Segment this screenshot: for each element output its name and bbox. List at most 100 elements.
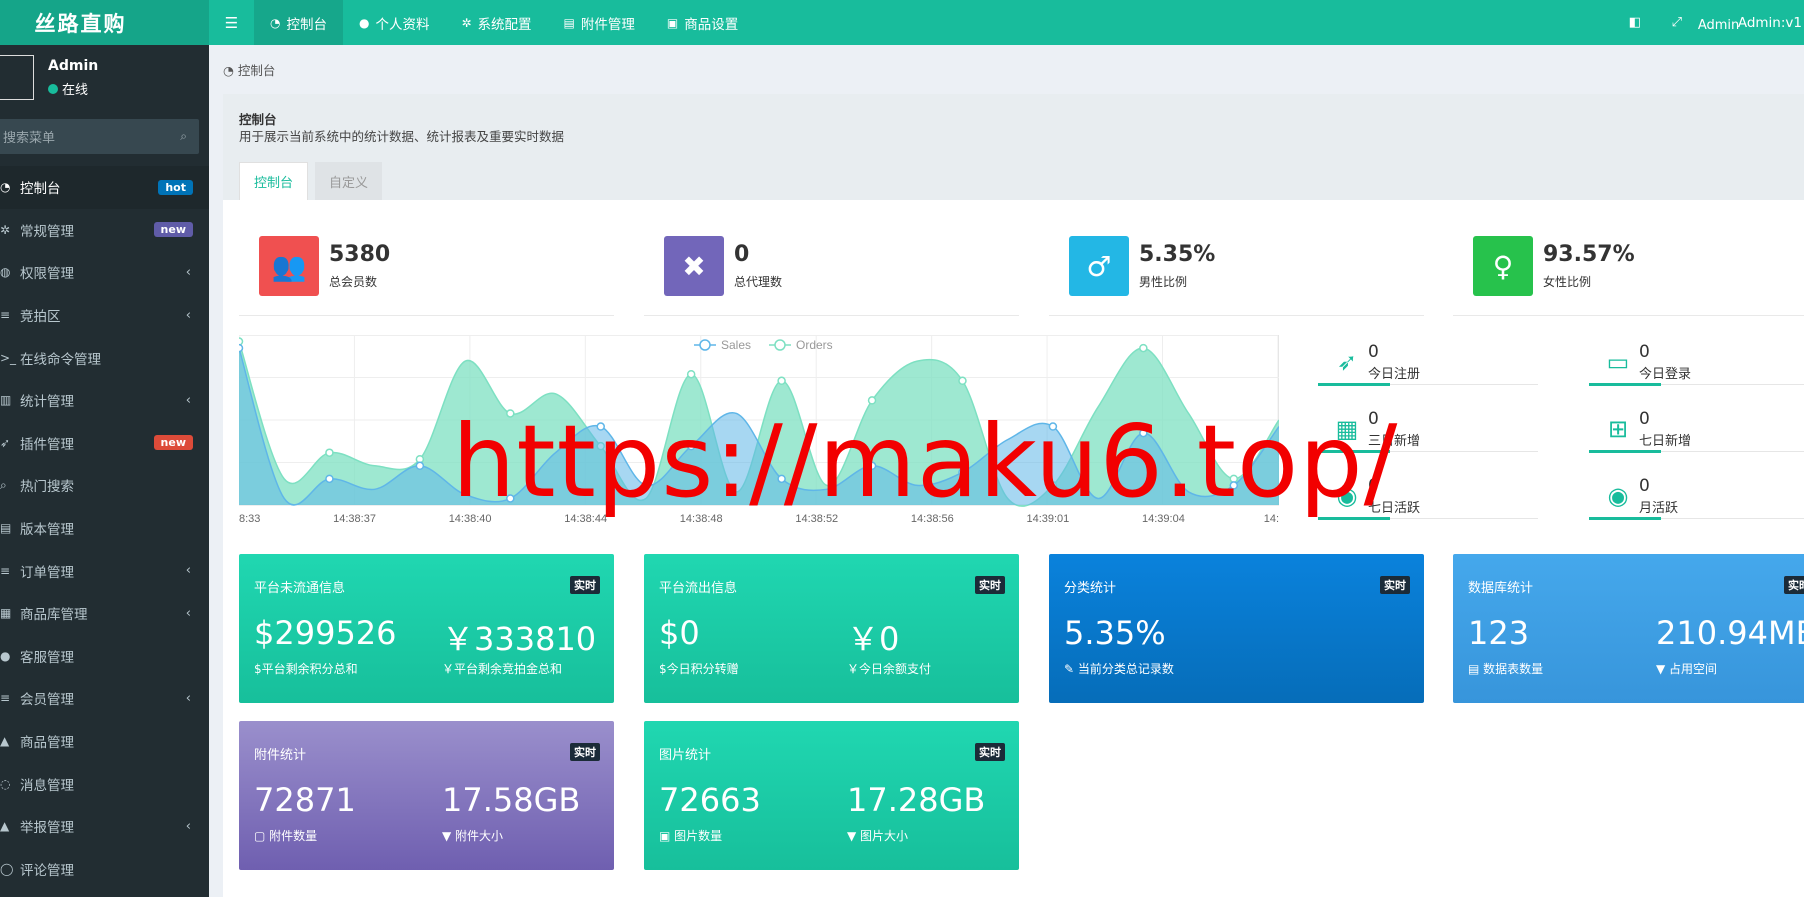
data-point-sales[interactable] — [239, 343, 244, 353]
chevron-left-icon: ‹ — [185, 605, 191, 621]
stat-label: 男性比例 — [1139, 275, 1188, 289]
tab-dashboard[interactable]: 控制台 — [239, 162, 309, 200]
avatar: Admin — [1697, 17, 1740, 33]
data-point-sales[interactable] — [415, 461, 425, 471]
comment-icon: ◯ — [0, 861, 14, 876]
chevron-left-icon: ‹ — [185, 563, 191, 579]
file-icon: ▤ — [0, 521, 12, 536]
brand-logo[interactable]: 丝路直购 — [0, 0, 209, 45]
sidebar-toggle-button[interactable]: ☰ — [209, 0, 254, 45]
sidebar-item-11[interactable]: ● 客服管理 — [0, 635, 209, 678]
card-label-1: ✎ 当前分类总记录数 — [1064, 662, 1174, 676]
stat-box: ♂ 5.35% 男性比例 — [1069, 236, 1369, 296]
card-value-1: 72871 — [254, 781, 356, 819]
sidebar-item-1[interactable]: ✲ 常规管理 new — [0, 209, 209, 252]
realtime-badge: 实时 — [1380, 576, 1410, 594]
card-value-1: 5.35% — [1064, 614, 1166, 652]
sidebar-item-label: 版本管理 — [20, 522, 74, 539]
search-icon: ⌕ — [180, 129, 187, 143]
card-value-1: 72663 — [659, 781, 761, 819]
nav-tab-goods[interactable]: ▣ 商品设置 — [651, 0, 754, 45]
legend-marker — [774, 339, 786, 351]
list-icon: ≡ — [0, 308, 11, 323]
sidebar-search-input[interactable]: 搜索菜单 ⌕ — [0, 119, 199, 154]
sidebar-item-0[interactable]: ◔ 控制台 hot — [0, 166, 209, 209]
sidebar-item-3[interactable]: ≡ 竞拍区 ‹ — [0, 294, 209, 337]
sidebar-item-16[interactable]: ◯ 评论管理 — [0, 848, 209, 891]
mini-stat-label: 今日登录 — [1639, 367, 1692, 382]
comments-icon: ◌ — [0, 776, 11, 791]
fullscreen-button[interactable]: ⤢ — [1656, 15, 1698, 30]
legend-label[interactable]: Orders — [796, 338, 833, 352]
stat-value: 0 — [734, 242, 750, 267]
sidebar-item-12[interactable]: ≡ 会员管理 ‹ — [0, 677, 209, 720]
data-point-orders[interactable] — [686, 369, 696, 379]
data-point-orders[interactable] — [958, 376, 967, 386]
realtime-badge: 实时 — [975, 743, 1005, 761]
sidebar-item-label: 控制台 — [20, 181, 61, 198]
stat-label: 女性比例 — [1543, 275, 1592, 289]
fullscreen-icon: ⤢ — [1671, 15, 1683, 30]
list-icon: ≡ — [0, 563, 11, 578]
stat-divider — [239, 315, 614, 316]
sidebar-item-6[interactable]: ➶ 插件管理 new — [0, 422, 209, 465]
filter-icon: ▼ — [847, 829, 861, 843]
group-icon: ◍ — [0, 265, 11, 280]
data-point-orders[interactable] — [777, 376, 786, 386]
stat-card: 图片统计 实时 72663 ▣ 图片数量 17.28GB ▼ 图片大小 — [644, 721, 1019, 870]
cogs-icon: ✲ — [0, 222, 11, 237]
sidebar-item-label: 常规管理 — [20, 223, 74, 240]
sidebar-item-4[interactable]: >_ 在线命令管理 — [0, 336, 209, 379]
sidebar-item-5[interactable]: ▥ 统计管理 ‹ — [0, 379, 209, 422]
user-name: Admin:v1 — [1737, 14, 1802, 31]
data-point-orders[interactable] — [1139, 343, 1148, 353]
sidebar-item-14[interactable]: ◌ 消息管理 — [0, 762, 209, 805]
warning-icon: ▲ — [0, 819, 10, 834]
user-menu[interactable]: Admin Admin:v1 — [1698, 13, 1804, 33]
sidebar-item-10[interactable]: ▦ 商品库管理 ‹ — [0, 592, 209, 635]
sidebar-avatar — [0, 55, 34, 100]
nav-tab-dashboard[interactable]: ◔ 控制台 — [254, 0, 343, 45]
stat-card: 数据库统计 实时 123 ▤ 数据表数量 210.94MB ▼ 占用空间 — [1453, 554, 1804, 703]
mini-stat-accent — [1589, 517, 1661, 520]
tab-custom[interactable]: 自定义 — [315, 162, 383, 200]
calendar-plus-icon: ⊞ — [1607, 415, 1629, 443]
sidebar-item-8[interactable]: ▤ 版本管理 — [0, 507, 209, 550]
stat-box: ♀ 93.57% 女性比例 — [1473, 236, 1773, 296]
sidebar-item-label: 消息管理 — [20, 777, 74, 794]
nav-tab-config[interactable]: ✲ 系统配置 — [445, 0, 547, 45]
breadcrumb: ◔ 控制台 — [223, 63, 276, 78]
data-point-sales[interactable] — [325, 474, 334, 484]
sidebar-item-label: 评论管理 — [20, 862, 74, 879]
card-title: 附件统计 — [254, 748, 307, 763]
sidebar-item-label: 统计管理 — [20, 394, 74, 411]
card-icon: ▤ — [1468, 662, 1484, 676]
sidebar-item-9[interactable]: ≡ 订单管理 ‹ — [0, 549, 209, 592]
legend-label[interactable]: Sales — [721, 338, 751, 352]
stat-card: 分类统计 实时 5.35% ✎ 当前分类总记录数 — [1049, 554, 1424, 703]
male-icon: ♂ — [1069, 236, 1129, 296]
menu-icon: ☰ — [224, 13, 239, 32]
sidebar-item-15[interactable]: ▲ 举报管理 ‹ — [0, 805, 209, 848]
card-title: 平台未流通信息 — [254, 581, 346, 596]
user-icon: ● — [358, 15, 370, 30]
dashboard-icon: ◔ — [223, 63, 238, 78]
clear-cache-button[interactable]: ◧ — [1614, 15, 1656, 30]
stat-card: 平台未流通信息 实时 $299526 $平台剩余积分总和 ￥333810 ￥平台剩余竞拍金… — [239, 554, 614, 703]
data-point-orders[interactable] — [325, 448, 334, 457]
nav-tab-attachment[interactable]: ▤ 附件管理 — [548, 0, 651, 45]
card-icon: ▣ — [659, 829, 675, 843]
mini-stat-accent — [1589, 450, 1661, 453]
card-label-1: ▣ 图片数量 — [659, 829, 723, 843]
sidebar-item-13[interactable]: ▲ 商品管理 — [0, 720, 209, 763]
card-label-2: ▼ 占用空间 — [1656, 662, 1718, 676]
mini-stat: ➶ 0 今日注册 — [1318, 338, 1538, 394]
gear-icon: ✲ — [461, 15, 472, 30]
sidebar-item-7[interactable]: ⌕ 热门搜索 — [0, 464, 209, 507]
mini-stat: ▭ 0 今日登录 — [1589, 338, 1804, 394]
nav-tab-profile[interactable]: ● 个人资料 — [343, 0, 445, 45]
realtime-badge: 实时 — [570, 576, 600, 594]
card-label-1: ▢ 附件数量 — [254, 829, 318, 843]
sidebar-item-2[interactable]: ◍ 权限管理 ‹ — [0, 251, 209, 294]
card-title: 平台流出信息 — [659, 581, 738, 596]
